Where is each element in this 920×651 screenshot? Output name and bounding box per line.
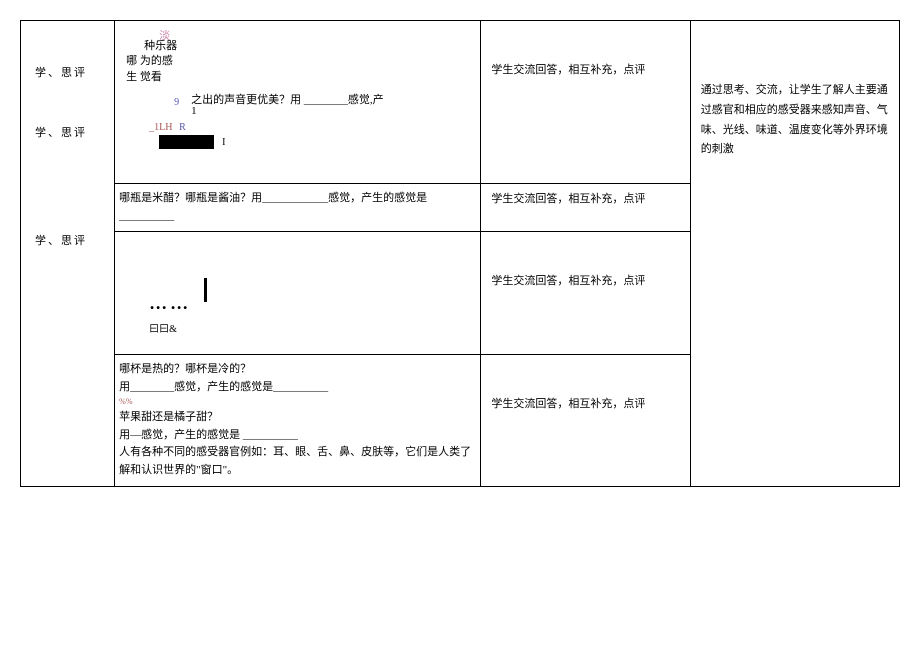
question-4a: 哪杯是热的？哪杯是冷的？	[119, 361, 476, 379]
phase-cell: 学、思评 学、思评 学、思评	[21, 21, 115, 487]
section4-content: 哪杯是热的？哪杯是冷的？ 用________感觉，产生的感觉是_________…	[119, 361, 476, 479]
teaching-intent: 通过思考、交流，让学生了解人主要通过感官和相应的感受器来感知声音、气味、光线、味…	[701, 81, 895, 160]
content-cell-4: 哪杯是热的？哪杯是冷的？ 用________感觉，产生的感觉是_________…	[115, 355, 481, 486]
r-text: R	[179, 122, 186, 133]
activity-cell-2: 学生交流回答，相互补充，点评	[481, 184, 690, 232]
student-response-4: 学生交流回答，相互补充，点评	[491, 395, 685, 411]
question-2: 哪瓶是米醋？哪瓶是酱油？用____________感觉，产生的感觉是______…	[119, 192, 427, 222]
activity-cell-3: 学生交流回答，相互补充，点评	[481, 232, 690, 355]
vertical-bar-icon	[204, 278, 207, 302]
lesson-plan-table: 学、思评 学、思评 学、思评 淡 种乐器 哪 为的感 生 觉看 9 之出的声音更…	[20, 20, 900, 487]
why-label: 为的感	[140, 55, 173, 67]
after-black-text: I	[222, 137, 225, 148]
num-1: 1	[191, 105, 197, 117]
phase-label-2: 学、思评	[35, 121, 110, 145]
percent-marks: %%	[119, 396, 476, 409]
content-cell-2: 哪瓶是米醋？哪瓶是酱油？用____________感觉，产生的感觉是______…	[115, 184, 481, 232]
question-4d: 用―感觉，产生的感觉是 __________	[119, 427, 476, 445]
instrument-text: 种乐器 哪 为的感 生 觉看	[144, 39, 194, 85]
dots-text: ……	[149, 293, 191, 314]
phase-label-3: 学、思评	[35, 229, 110, 253]
black-box-icon	[159, 135, 214, 149]
num-9: 9	[174, 97, 179, 108]
table-row: 学、思评 学、思评 学、思评 淡 种乐器 哪 为的感 生 觉看 9 之出的声音更…	[21, 21, 900, 184]
activity-cell-4: 学生交流回答，相互补充，点评	[481, 355, 690, 486]
instrument-label: 种乐器	[144, 40, 177, 52]
section2-content: 哪瓶是米醋？哪瓶是酱油？用____________感觉，产生的感觉是______…	[119, 190, 476, 225]
note-text: 人有各种不同的感受器官例如：耳、眼、舌、鼻、皮肤等，它们是人类了解和认识世界的"…	[119, 444, 476, 479]
lh-text: _1LH	[149, 122, 172, 133]
content-cell-3: …… 曰曰&	[115, 232, 481, 355]
content-cell-1: 淡 种乐器 哪 为的感 生 觉看 9 之出的声音更优美？用 ________感觉…	[115, 21, 481, 184]
student-response-3: 学生交流回答，相互补充，点评	[491, 272, 685, 288]
intent-cell: 通过思考、交流，让学生了解人主要通过感官和相应的感受器来感知声音、气味、光线、味…	[690, 21, 899, 487]
activity-cell-1: 学生交流回答，相互补充，点评	[481, 21, 690, 184]
section3-content: …… 曰曰&	[119, 238, 476, 348]
section1-content: 淡 种乐器 哪 为的感 生 觉看 9 之出的声音更优美？用 ________感觉…	[119, 27, 476, 177]
question-4b: 用________感觉，产生的感觉是__________	[119, 379, 476, 397]
student-response-2: 学生交流回答，相互补充，点评	[491, 190, 685, 206]
question-1: 之出的声音更优美？用 ________感觉,产	[191, 92, 384, 109]
phase-label-1: 学、思评	[35, 61, 110, 85]
which-label: 哪	[126, 54, 137, 69]
student-response-1: 学生交流回答，相互补充，点评	[491, 61, 685, 77]
question-4c: 苹果甜还是橘子甜？	[119, 409, 476, 427]
riri-text: 曰曰&	[149, 320, 177, 335]
sheng-label: 生	[126, 70, 137, 85]
sense-label: 觉看	[140, 71, 162, 83]
